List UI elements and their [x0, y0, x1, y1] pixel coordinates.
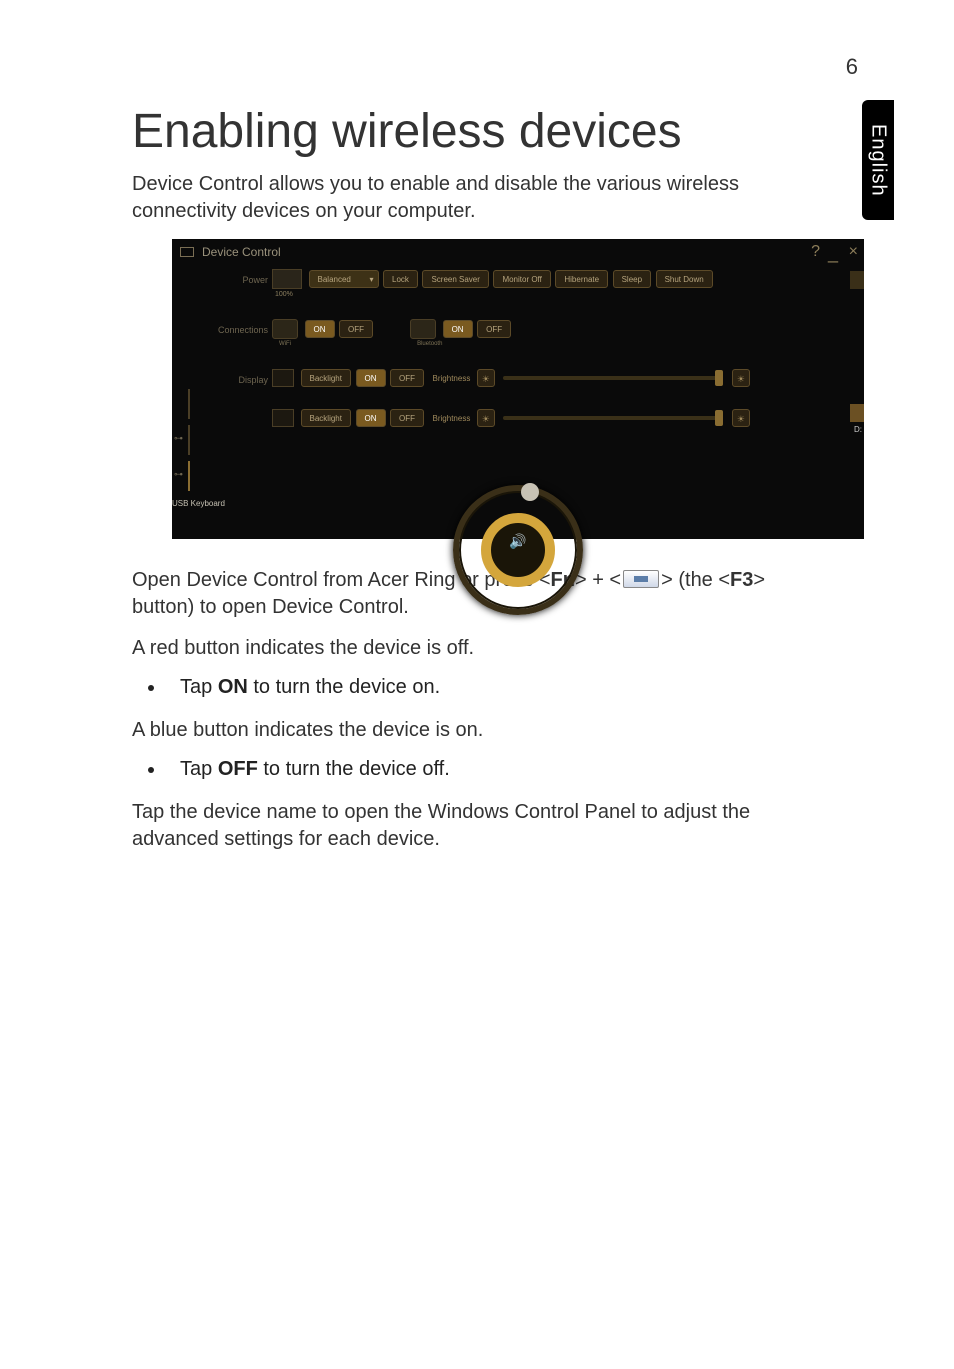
display-row-1: Display Backlight ON OFF Brightness ☀ ☀ — [272, 369, 834, 409]
right-tab-1[interactable] — [850, 271, 864, 289]
shutdown-button[interactable]: Shut Down — [656, 270, 713, 288]
backlight1-off[interactable]: OFF — [390, 369, 424, 387]
wifi-icon[interactable]: WiFi — [272, 319, 298, 339]
key-icon — [623, 570, 659, 588]
monitor1-icon — [272, 369, 294, 387]
monitoroff-button[interactable]: Monitor Off — [493, 270, 550, 288]
display-label: Display — [212, 375, 268, 385]
manual-page: 6 English Enabling wireless devices Devi… — [0, 0, 954, 1369]
bright2-icon[interactable]: ☀ — [732, 409, 750, 427]
language-tab-label: English — [867, 124, 890, 197]
brightness1-label: Brightness — [433, 374, 471, 383]
power-label: Power — [212, 275, 268, 285]
language-tab[interactable]: English — [862, 100, 894, 220]
intro-text: Device Control allows you to enable and … — [132, 171, 832, 225]
sidebar-item-usb2[interactable]: ⊶ — [172, 461, 190, 491]
power-plan-select[interactable]: Balanced — [309, 270, 379, 288]
close-icon[interactable]: × — [849, 243, 858, 261]
battery-icon — [272, 269, 302, 289]
help-icon[interactable]: ? — [811, 243, 820, 261]
usb-keyboard-label: USB Keyboard — [172, 499, 225, 508]
backlight1-button[interactable]: Backlight — [301, 369, 351, 387]
ring-knob[interactable] — [521, 483, 539, 501]
screensaver-button[interactable]: Screen Saver — [422, 270, 488, 288]
right-tab-2-label: D: — [854, 425, 862, 434]
brightness2-slider[interactable] — [503, 416, 723, 420]
monitor2-icon — [272, 409, 294, 427]
backlight2-on[interactable]: ON — [356, 409, 386, 427]
backlight1-on[interactable]: ON — [356, 369, 386, 387]
bt-off-button[interactable]: OFF — [477, 320, 511, 338]
lock-button[interactable]: Lock — [383, 270, 418, 288]
connections-label: Connections — [212, 325, 268, 335]
display-row-2: Backlight ON OFF Brightness ☀ ☀ — [272, 409, 834, 449]
bluetooth-icon[interactable]: Bluetooth — [410, 319, 436, 339]
window-icon — [180, 247, 194, 257]
speaker-icon[interactable]: 🔊 — [509, 533, 526, 550]
device-control-screenshot: Device Control ? _ × D: ⊶ ⊶ USB Keyboard… — [172, 239, 864, 539]
tap-off-bullet: Tap OFF to turn the device off. — [166, 758, 874, 781]
power-row: Power Balanced Lock Screen Saver Monitor… — [272, 269, 834, 319]
window-title: Device Control — [202, 245, 281, 259]
tap-on-bullet: Tap ON to turn the device on. — [166, 676, 874, 699]
minimize-icon[interactable]: _ — [828, 243, 838, 264]
bright-icon[interactable]: ☀ — [732, 369, 750, 387]
connections-row: Connections WiFi ON OFF Bluetooth ON OFF — [272, 319, 834, 369]
acer-ring[interactable]: 🔊 — [453, 485, 583, 545]
right-tab-2[interactable] — [850, 404, 864, 422]
page-number: 6 — [846, 54, 858, 80]
bt-on-button[interactable]: ON — [443, 320, 473, 338]
backlight2-button[interactable]: Backlight — [301, 409, 351, 427]
brightness1-slider[interactable] — [503, 376, 723, 380]
sleep-button[interactable]: Sleep — [613, 270, 651, 288]
sidebar-item-monitor[interactable] — [172, 389, 190, 419]
wifi-off-button[interactable]: OFF — [339, 320, 373, 338]
red-button-text: A red button indicates the device is off… — [132, 635, 832, 662]
left-sidebar: ⊶ ⊶ — [172, 389, 190, 497]
backlight2-off[interactable]: OFF — [390, 409, 424, 427]
wifi-on-button[interactable]: ON — [305, 320, 335, 338]
sidebar-item-usb1[interactable]: ⊶ — [172, 425, 190, 455]
hibernate-button[interactable]: Hibernate — [555, 270, 608, 288]
page-title: Enabling wireless devices — [132, 104, 874, 159]
tap-name-text: Tap the device name to open the Windows … — [132, 799, 832, 853]
blue-button-text: A blue button indicates the device is on… — [132, 717, 832, 744]
brightness2-label: Brightness — [433, 414, 471, 423]
dim2-icon[interactable]: ☀ — [477, 409, 495, 427]
dim-icon[interactable]: ☀ — [477, 369, 495, 387]
